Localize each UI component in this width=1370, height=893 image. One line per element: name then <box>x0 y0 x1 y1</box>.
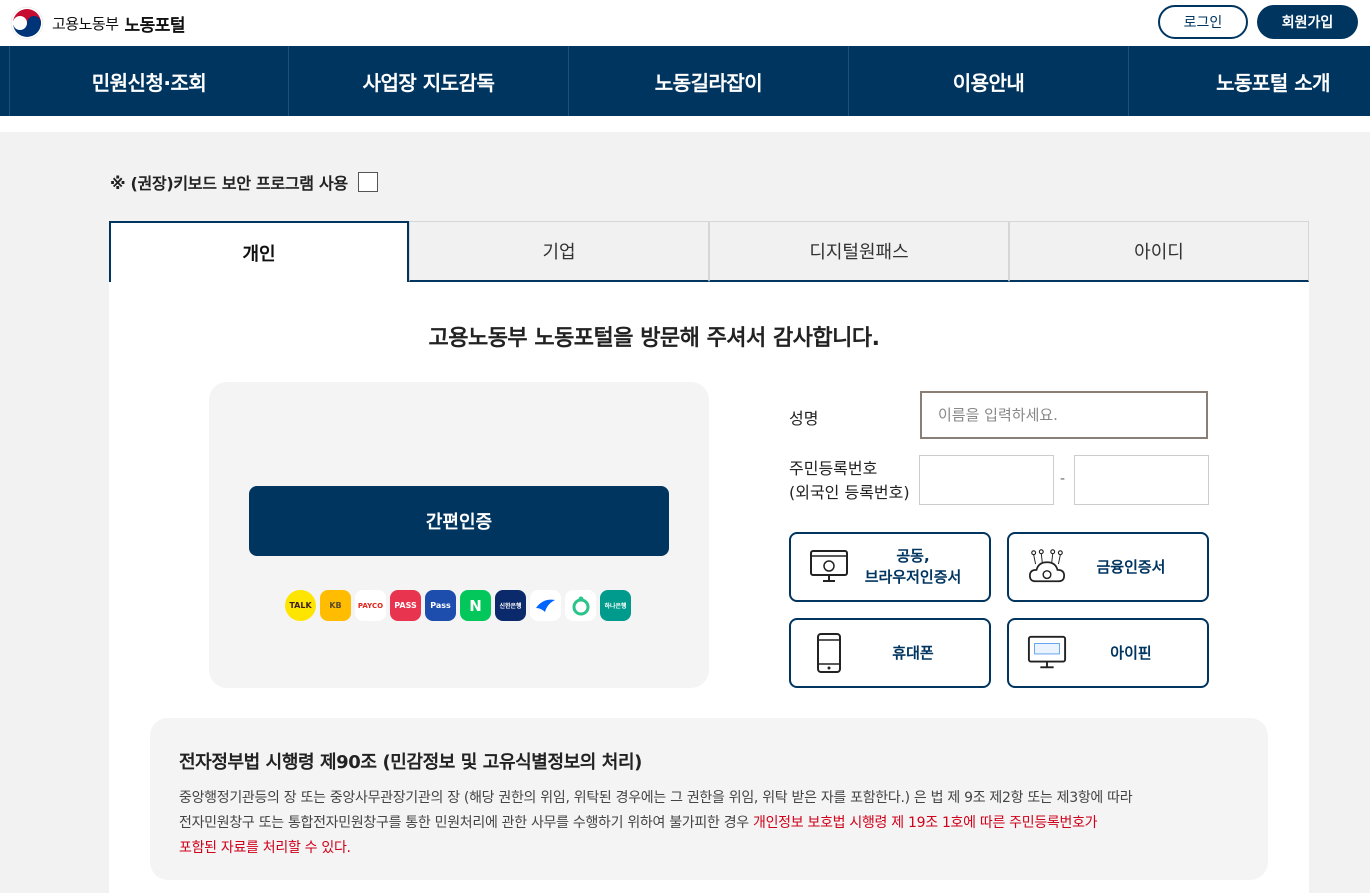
toss-icon <box>530 590 561 621</box>
site-logo[interactable]: 고용노동부 노동포털 <box>10 6 186 40</box>
hana-bank-icon: 하나은행 <box>600 590 631 621</box>
computer-certificate-icon <box>809 547 849 587</box>
joint-cert-label-1: 공동, <box>896 547 930 565</box>
rrn-separator: - <box>1060 471 1066 487</box>
welcome-message: 고용노동부 노동포털을 방문해 주셔서 감사합니다. <box>428 326 880 351</box>
ipin-button[interactable]: 아이핀 <box>1007 618 1209 688</box>
tab-id[interactable]: 아이디 <box>1009 221 1309 282</box>
notice-title: 전자정부법 시행령 제90조 (민감정보 및 고유식별정보의 처리) <box>179 752 642 773</box>
mobile-phone-label: 휴대폰 <box>892 643 934 662</box>
auth-provider-icons: TALK KB PAYCO PASS Pass N 신한은행 하나은행 <box>285 590 631 621</box>
kakao-icon: TALK <box>285 590 316 621</box>
cloud-certificate-icon <box>1027 547 1067 587</box>
simple-auth-button[interactable]: 간편인증 <box>249 486 669 556</box>
shinhan-bank-icon: 신한은행 <box>495 590 526 621</box>
mobile-phone-icon <box>809 633 849 673</box>
financial-cert-label: 금융인증서 <box>1096 557 1166 576</box>
financial-certificate-button[interactable]: 금융인증서 <box>1007 532 1209 602</box>
nav-item-workplace-inspection[interactable]: 사업장 지도감독 <box>289 46 569 116</box>
nav-item-usage-guide[interactable]: 이용안내 <box>849 46 1129 116</box>
samsung-pass-icon: Pass <box>425 590 456 621</box>
tab-digital-onepass[interactable]: 디지털원패스 <box>709 221 1009 282</box>
joint-certificate-button[interactable]: 공동, 브라우저인증서 <box>789 532 991 602</box>
portal-name: 노동포털 <box>124 15 186 36</box>
kb-bank-icon: KB <box>320 590 351 621</box>
name-input[interactable] <box>920 391 1208 439</box>
join-button[interactable]: 회원가입 <box>1257 5 1358 39</box>
ipin-label: 아이핀 <box>1110 643 1152 662</box>
rrn-front-input[interactable] <box>919 455 1054 505</box>
keyboard-security-checkbox[interactable] <box>357 172 378 192</box>
banksalad-icon <box>565 590 596 621</box>
simple-auth-box: 간편인증 TALK KB PAYCO PASS Pass N 신한은행 하나은행 <box>209 382 709 688</box>
government-emblem-icon <box>10 6 44 40</box>
toss-logo-shape <box>535 599 555 612</box>
site-header: 고용노동부 노동포털 로그인 회원가입 <box>0 0 1370 46</box>
nav-item-labor-guide[interactable]: 노동길라잡이 <box>569 46 849 116</box>
pass-icon: PASS <box>390 590 421 621</box>
login-panel: 고용노동부 노동포털을 방문해 주셔서 감사합니다. 간편인증 TALK KB … <box>109 282 1309 893</box>
login-type-tabs: 개인 기업 디지털원패스 아이디 <box>109 221 1309 282</box>
main-nav: 민원신청·조회 사업장 지도감독 노동길라잡이 이용안내 노동포털 소개 <box>0 46 1370 116</box>
mobile-phone-button[interactable]: 휴대폰 <box>789 618 991 688</box>
payco-icon: PAYCO <box>355 590 386 621</box>
keyboard-security-label: ※ (권장)키보드 보안 프로그램 사용 <box>110 174 348 193</box>
joint-cert-label-2: 브라우저인증서 <box>864 568 962 586</box>
name-label: 성명 <box>789 409 819 428</box>
notice-body: 중앙행정기관등의 장 또는 중앙사무관장기관의 장 (해당 권한의 위임, 위탁… <box>179 790 1133 856</box>
nav-bottom-band <box>0 116 1370 132</box>
tab-business[interactable]: 기업 <box>409 221 709 282</box>
rrn-back-input[interactable] <box>1074 455 1209 505</box>
naver-icon: N <box>460 590 491 621</box>
login-button[interactable]: 로그인 <box>1158 5 1248 39</box>
keyboard-security-option: ※ (권장)키보드 보안 프로그램 사용 <box>110 170 378 194</box>
rrn-label: 주민등록번호 (외국인 등록번호) <box>789 459 910 502</box>
nav-item-portal-intro[interactable]: 노동포털 소개 <box>1129 46 1370 116</box>
nav-item-civil-petition[interactable]: 민원신청·조회 <box>9 46 289 116</box>
banksalad-logo-shape <box>572 596 589 615</box>
tab-personal[interactable]: 개인 <box>109 221 409 282</box>
org-name: 고용노동부 <box>52 14 119 33</box>
ipin-monitor-icon <box>1027 633 1067 673</box>
legal-notice-box: 전자정부법 시행령 제90조 (민감정보 및 고유식별정보의 처리) 중앙행정기… <box>150 718 1268 880</box>
